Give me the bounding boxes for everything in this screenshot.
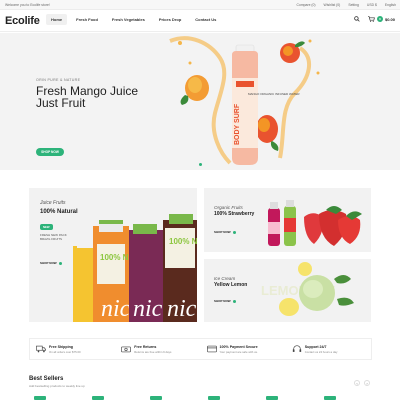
features-strip: Free Shipping On all orders over $75.00 F… [29, 338, 372, 360]
search-icon[interactable] [354, 16, 360, 22]
feature-desc: Your payment are safe with us. [219, 349, 258, 354]
best-sellers-title: Best Sellers [29, 376, 64, 382]
svg-text:nic: nic [101, 296, 131, 322]
feature-free-returns: Free Returns Returns are free within 9 da… [115, 339, 200, 359]
truck-icon [36, 345, 46, 353]
top-bar: Welcome you to Ecolife store! Compare (0… [0, 0, 400, 10]
language-dropdown[interactable]: English [385, 3, 396, 7]
hero-title: Fresh Mango Juice Just Fruit [36, 84, 139, 110]
juice-bottles-image: 100% NATURAL nic nic 100% NATURAL nic [73, 214, 197, 322]
cart-icon [367, 16, 375, 22]
nav-fresh-food[interactable]: Fresh Food [71, 14, 103, 25]
svg-text:nic: nic [133, 296, 163, 322]
hero-slider: ORIN PURE & NATURE Fresh Mango Juice Jus… [0, 33, 400, 170]
product-tag [208, 396, 220, 400]
carousel-arrows: ‹ › [354, 380, 370, 386]
nav-fresh-vegetables[interactable]: Fresh Vegetables [107, 14, 150, 25]
slider-dots[interactable] [199, 163, 202, 166]
product-tag [150, 396, 162, 400]
product-tag [266, 396, 278, 400]
hero-shop-now-button[interactable]: SHOP NOW [36, 148, 64, 156]
svg-text:MANGO ORGANIC INFUSED WATER: MANGO ORGANIC INFUSED WATER [248, 92, 300, 96]
feature-title: Free Shipping [49, 344, 73, 349]
cart-count: 0 [376, 16, 383, 22]
promo-juice-shop-now[interactable]: SHOP NOW [40, 261, 62, 265]
svg-text:BODY SURF: BODY SURF [234, 103, 241, 145]
promo-strawberry-subtitle: Organic Fruits [214, 205, 243, 210]
feature-free-shipping: Free Shipping On all orders over $75.00 [30, 339, 115, 359]
feature-title: Free Returns [134, 344, 157, 349]
money-icon [121, 346, 132, 353]
feature-desc: On all orders over $75.00 [49, 349, 81, 354]
product-tag [324, 396, 336, 400]
main-nav: Home Fresh Food Fresh Vegetables Prices … [46, 14, 221, 25]
logo-text: Ecolife [5, 15, 40, 27]
icecream-image: LEMONADE [261, 262, 354, 316]
promo-juice-subtitle: Juice Fruits [40, 200, 66, 206]
nav-contact-us[interactable]: Contact Us [190, 14, 221, 25]
product-tag [92, 396, 104, 400]
compare-link[interactable]: Compare (0) [297, 3, 316, 7]
promo-strawberry-title: 100% Strawberry [214, 211, 255, 217]
svg-text:nic: nic [167, 296, 197, 322]
currency-dropdown[interactable]: USD $ [367, 3, 377, 7]
headset-icon [292, 345, 301, 352]
header-icons: 0 $0.00 [354, 16, 395, 22]
nav-prices-drop[interactable]: Prices Drop [154, 14, 186, 25]
svg-text:100% NATURAL: 100% NATURAL [169, 237, 197, 246]
welcome-text: Welcome you to Ecolife store! [5, 3, 50, 7]
promo-icecream-title: Yellow Lemon [214, 282, 248, 288]
hero-subtitle: ORIN PURE & NATURE [36, 78, 81, 82]
feature-title: Support 24/7 [304, 344, 327, 349]
feature-desc: Returns are free within 9 days [134, 349, 172, 354]
nav-home[interactable]: Home [46, 14, 68, 25]
card-icon [206, 345, 217, 353]
site-logo[interactable]: Ecolife [5, 15, 40, 27]
feature-support: Support 24/7 Contact us 24 hours a day [286, 339, 371, 359]
hero-product-image: BODY SURF MANGO ORGANIC INFUSED WATER [169, 36, 320, 165]
next-arrow-icon[interactable]: › [364, 380, 370, 386]
strawberry-image [268, 200, 362, 246]
wishlist-link[interactable]: Wishlist (0) [324, 3, 341, 7]
promo-juice[interactable]: Juice Fruits 100% Natural NEW FRESH NEW … [29, 188, 197, 322]
header: Ecolife Home Fresh Food Fresh Vegetables… [0, 10, 400, 32]
top-links: Compare (0) Wishlist (0) Setting USD $ E… [297, 3, 396, 7]
prev-arrow-icon[interactable]: ‹ [354, 380, 360, 386]
setting-dropdown[interactable]: Setting [348, 3, 359, 7]
new-badge: NEW [40, 224, 53, 230]
best-sellers-subtitle: Add bestselling products to weekly line … [29, 384, 85, 388]
cart-button[interactable]: 0 $0.00 [367, 16, 395, 22]
promo-icecream-subtitle: Ice Cream [214, 276, 236, 281]
feature-desc: Contact us 24 hours a day [304, 349, 338, 354]
promo-strawberry[interactable]: Organic Fruits 100% Strawberry SHOP NOW [204, 188, 371, 252]
feature-payment-secure: 100% Payment Secure Your payment are safe… [201, 339, 286, 359]
promo-icecream[interactable]: Ice Cream Yellow Lemon SHOP NOW LEMONADE [204, 259, 371, 322]
cart-total: $0.00 [384, 16, 395, 22]
promo-icecream-shop-now[interactable]: SHOP NOW [214, 299, 236, 303]
promo-strawberry-shop-now[interactable]: SHOP NOW [214, 230, 236, 234]
product-tag [34, 396, 46, 400]
feature-title: 100% Payment Secure [219, 344, 258, 349]
